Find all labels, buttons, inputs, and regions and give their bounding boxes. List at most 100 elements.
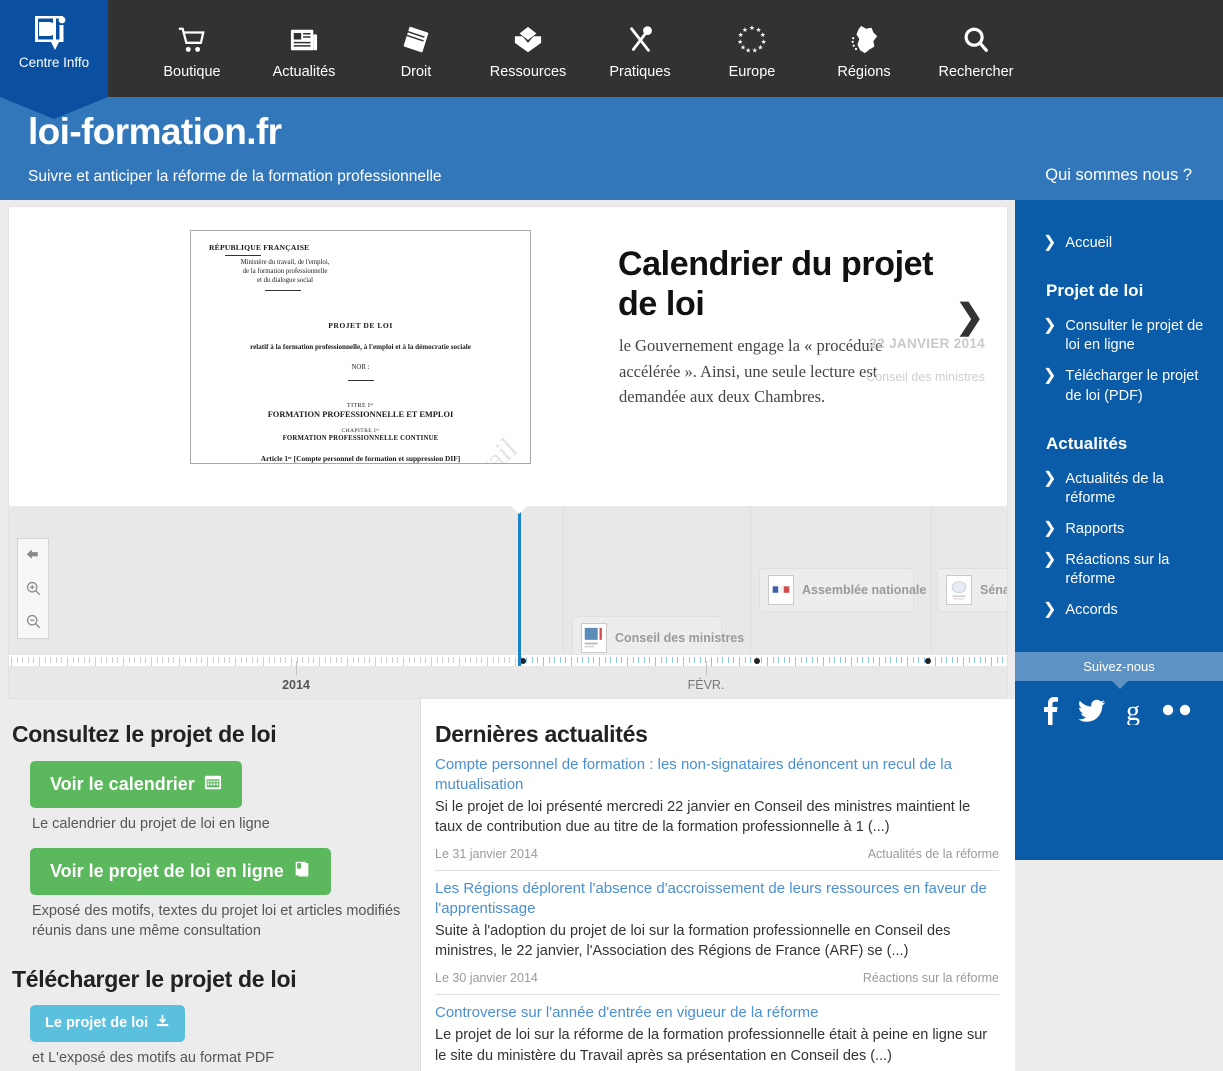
feature-subtitle: Conseil des ministres — [866, 370, 985, 384]
timeline-column-separator — [931, 506, 932, 666]
doc-republic-line: RÉPUBLIQUE FRANÇAISE — [209, 243, 310, 252]
news-title-link[interactable]: Les Régions déplorent l'absence d'accroi… — [435, 879, 999, 919]
bill-document-thumbnail[interactable]: RÉPUBLIQUE FRANÇAISE Ministère du travai… — [190, 230, 531, 464]
nav-item-rechercher[interactable]: Rechercher — [920, 20, 1032, 80]
doc-relatif: relatif à la formation professionnelle, … — [250, 342, 471, 351]
feature-next-arrow-icon[interactable]: ❯ — [956, 300, 985, 334]
sidebar-item-consulter-projet[interactable]: ❯ Consulter le projet de loi en ligne — [1015, 311, 1223, 361]
doc-chapitre-name: FORMATION PROFESSIONNELLE CONTINUE — [282, 434, 439, 442]
calendar-icon — [204, 773, 222, 796]
news-title-link[interactable]: Compte personnel de formation : les non-… — [435, 755, 999, 795]
consult-heading: Consultez le projet de loi — [12, 721, 277, 747]
nav-item-boutique[interactable]: Boutique — [136, 20, 248, 80]
chevron-right-icon: ❯ — [1043, 317, 1057, 335]
timeline-playhead[interactable] — [511, 506, 527, 666]
chevron-right-icon: ❯ — [1043, 601, 1057, 619]
view-bill-online-button-label: Voir le projet de loi en ligne — [50, 860, 284, 881]
nav-label: Actualités — [272, 64, 336, 80]
nav-item-droit[interactable]: Droit — [360, 20, 472, 80]
sidebar-item-telecharger-projet[interactable]: ❯ Télécharger le projet de loi (PDF) — [1015, 361, 1223, 411]
axis-tick — [295, 661, 297, 675]
timeline-widget[interactable]: Conseil des ministres Assemblée national… — [8, 506, 1008, 699]
follow-us-label: Suivez-nous — [1083, 659, 1155, 675]
timeline-axis-label-year: 2014 — [259, 661, 333, 692]
more-dots-icon[interactable] — [1160, 703, 1194, 717]
shopping-cart-icon — [176, 20, 208, 60]
timeline-ruler[interactable] — [9, 654, 1007, 666]
follow-us-band: Suivez-nous — [1015, 652, 1223, 690]
sidebar-heading-projet-de-loi: Projet de loi — [1046, 281, 1144, 301]
nav-label: Pratiques — [609, 64, 671, 80]
timeline-zoom-in-button[interactable] — [18, 572, 48, 605]
nav-item-europe[interactable]: ★ ★ ★ ★ ★ ★ ★ ★ ★ ★ ★ Europe — [696, 20, 808, 80]
timeline-back-button[interactable] — [18, 539, 48, 572]
news-title-link[interactable]: Controverse sur l'année d'entrée en vigu… — [435, 1003, 999, 1023]
download-icon — [155, 1014, 170, 1033]
sidebar-item-accueil[interactable]: ❯ Accueil — [1015, 228, 1223, 259]
news-date: Le 31 janvier 2014 — [435, 847, 538, 862]
nav-item-ressources[interactable]: Ressources — [472, 20, 584, 80]
sidebar-heading-actualites: Actualités — [1046, 433, 1128, 453]
google-plus-icon[interactable]: g — [1122, 695, 1144, 725]
facebook-icon[interactable] — [1037, 695, 1061, 726]
feature-title: Calendrier du projet de loi — [618, 245, 934, 323]
centre-inffo-home-link[interactable]: Centre Inffo — [0, 0, 108, 97]
view-bill-online-button[interactable]: Voir le projet de loi en ligne — [30, 847, 331, 895]
sidebar-item-actualites-reforme[interactable]: ❯ Actualités de la réforme — [1015, 464, 1223, 514]
tools-icon — [624, 20, 656, 60]
view-calendar-button[interactable]: Voir le calendrier — [30, 761, 242, 808]
page-title: loi-formation.fr — [28, 111, 282, 152]
sidebar-item-accords[interactable]: ❯ Accords — [1015, 595, 1223, 626]
sidebar-item-label: Accords — [1065, 602, 1118, 619]
chevron-right-icon: ❯ — [1043, 551, 1057, 568]
svg-text:g: g — [1126, 696, 1140, 725]
twitter-icon[interactable] — [1077, 696, 1106, 725]
top-navigation-bar: Centre Inffo Boutique Actualités Droit R… — [0, 0, 1223, 97]
site-tagline: Suivre et anticiper la réforme de la for… — [28, 168, 442, 185]
nav-item-regions[interactable]: Régions — [808, 20, 920, 80]
timeline-event-assemblee-nationale[interactable]: Assemblée nationale — [759, 568, 926, 612]
doc-ministry-line: Ministère du travail, de l'emploi, de la… — [240, 259, 330, 284]
view-bill-online-note: Exposé des motifs, textes du projet loi … — [32, 902, 401, 940]
conseil-des-ministres-thumb — [581, 623, 607, 653]
main-menu: Boutique Actualités Droit Ressources Pra… — [108, 0, 1032, 97]
main-layout: RÉPUBLIQUE FRANÇAISE Ministère du travai… — [0, 200, 1223, 1071]
download-heading: Télécharger le projet de loi — [12, 965, 297, 992]
download-panel: Télécharger le projet de loi Le projet d… — [12, 966, 408, 1069]
newspaper-icon — [288, 20, 320, 60]
search-icon — [961, 20, 991, 60]
nav-label: Boutique — [163, 64, 221, 80]
timeline-column-separator — [563, 506, 564, 666]
sidebar-item-rapports[interactable]: ❯ Rapports — [1015, 514, 1223, 545]
sidebar-item-label: Rapports — [1065, 520, 1125, 537]
svg-text:★: ★ — [752, 47, 758, 55]
timeline-ruler-ticks — [9, 657, 1007, 667]
download-bill-button-label: Le projet de loi — [45, 1015, 149, 1032]
timeline-zoom-out-button[interactable] — [18, 605, 48, 638]
nav-label: Europe — [728, 64, 776, 80]
download-bill-button[interactable]: Le projet de loi — [30, 1004, 186, 1042]
nav-label: Ressources — [489, 64, 567, 80]
nav-item-pratiques[interactable]: Pratiques — [584, 20, 696, 80]
news-meta: Le 30 janvier 2014 Réactions sur la réfo… — [435, 971, 999, 992]
open-box-icon — [511, 20, 545, 60]
feature-date: 22 JANVIER 2014 — [869, 336, 985, 351]
timeline-event-senat[interactable]: Sénat — [937, 568, 1007, 612]
nav-label: Droit — [400, 64, 432, 80]
left-column: RÉPUBLIQUE FRANÇAISE Ministère du travai… — [0, 200, 1015, 1071]
chevron-right-icon: ❯ — [1043, 367, 1057, 385]
sidebar-nav: ❯ Accueil Projet de loi ❯ Consulter le p… — [1015, 200, 1223, 652]
nav-item-actualites[interactable]: Actualités — [248, 20, 360, 80]
sidebar-item-label: Accueil — [1065, 235, 1113, 251]
site-header: loi-formation.fr Suivre et anticiper la … — [0, 97, 1223, 200]
sidebar-item-reactions-reforme[interactable]: ❯ Réactions sur la réforme — [1015, 545, 1223, 595]
doc-dash — [347, 379, 374, 381]
about-us-link[interactable]: Qui sommes nous ? — [1045, 166, 1192, 185]
svg-text:★: ★ — [749, 24, 755, 32]
senat-thumb — [946, 575, 972, 605]
france-map-icon — [848, 20, 880, 60]
feature-banner: RÉPUBLIQUE FRANÇAISE Ministère du travai… — [8, 206, 1008, 506]
download-bill-note: et L'exposé des motifs au format PDF — [32, 1049, 275, 1066]
doc-titre: TITRE Iᵉʳ — [347, 402, 374, 409]
chevron-right-icon: ❯ — [1043, 234, 1057, 251]
